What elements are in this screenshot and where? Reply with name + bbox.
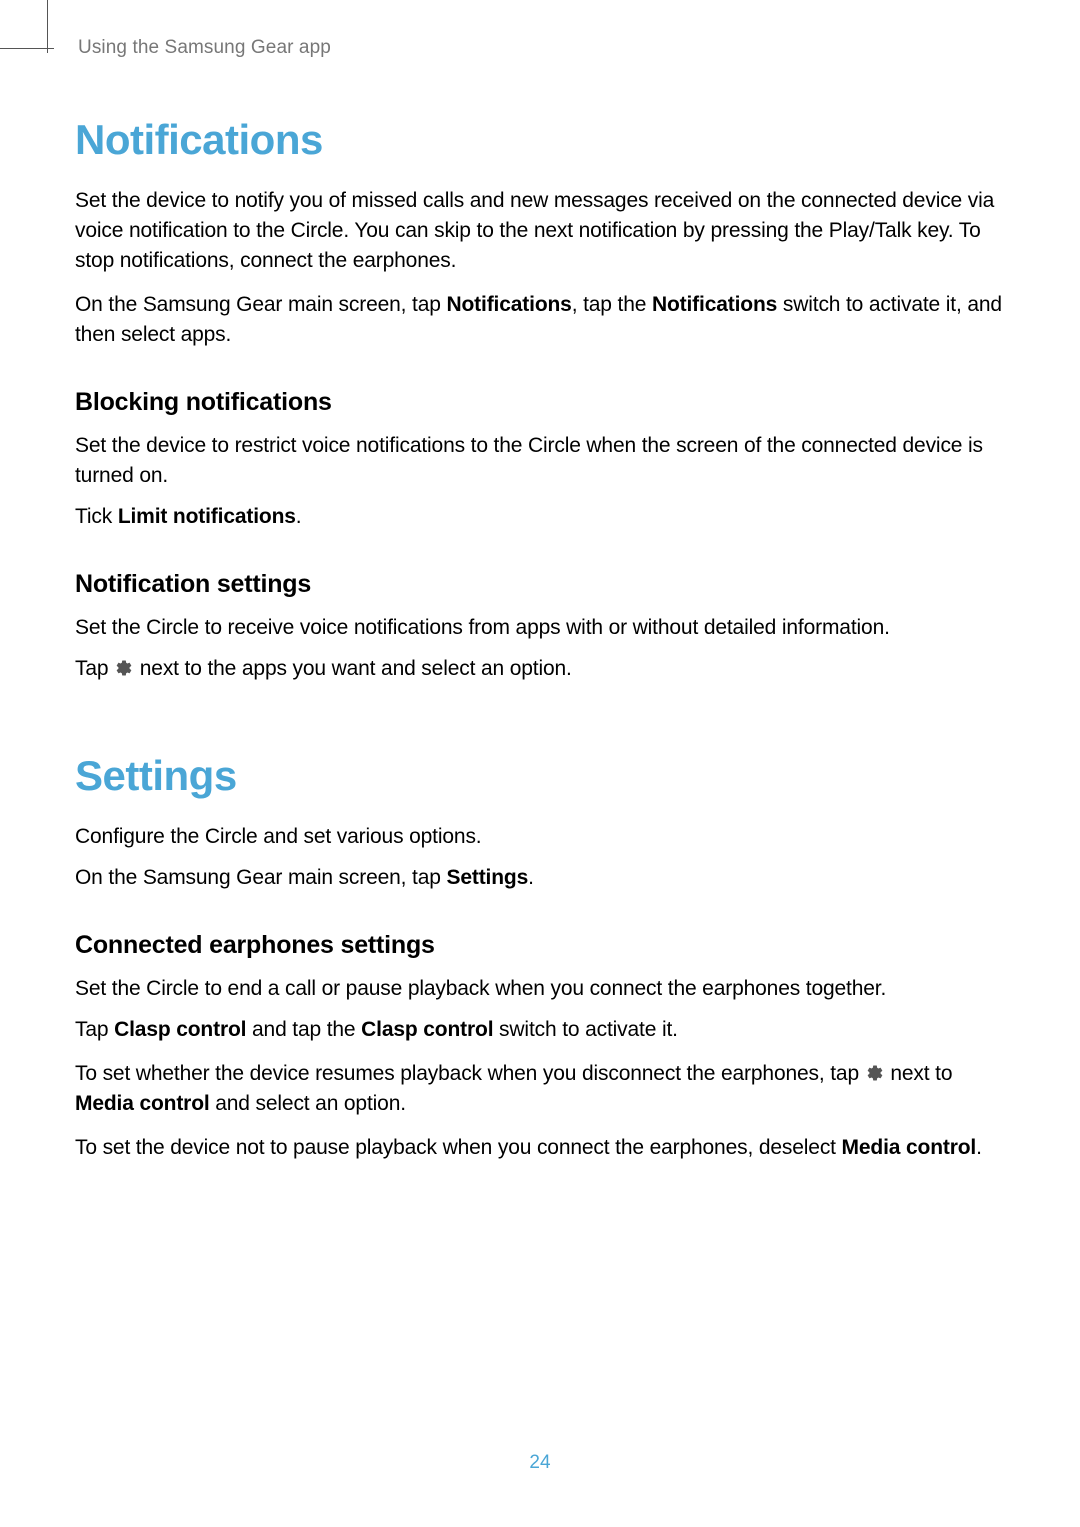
paragraph: To set whether the device resumes playba… [75,1059,1008,1119]
bold-text: Clasp control [361,1018,493,1041]
text: next to [885,1062,953,1085]
page-number: 24 [0,1452,1080,1474]
bold-text: Clasp control [114,1018,246,1041]
text: and tap the [246,1018,361,1041]
paragraph: On the Samsung Gear main screen, tap Not… [75,290,1008,350]
paragraph: To set the device not to pause playback … [75,1133,1008,1163]
bold-text: Media control [842,1136,977,1159]
text: Tap [75,1018,114,1041]
text: Tap [75,657,114,680]
heading-connected-earphones: Connected earphones settings [75,931,1008,960]
crop-mark-vertical [47,0,48,53]
text: . [528,866,534,889]
text: On the Samsung Gear main screen, tap [75,866,446,889]
text: Tick [75,505,118,528]
text: switch to activate it. [493,1018,677,1041]
bold-text: Limit notifications [118,505,296,528]
text: , tap the [572,293,652,316]
paragraph: Tap next to the apps you want and select… [75,654,1008,684]
gear-icon [866,1064,884,1082]
text: On the Samsung Gear main screen, tap [75,293,446,316]
heading-notifications: Notifications [75,116,1008,164]
heading-notification-settings: Notification settings [75,570,1008,599]
paragraph: Configure the Circle and set various opt… [75,822,1008,852]
gear-icon [115,659,133,677]
page: Using the Samsung Gear app Notifications… [0,0,1080,1527]
bold-text: Notifications [652,293,777,316]
running-header: Using the Samsung Gear app [78,37,1008,59]
text: . [296,505,302,528]
bold-text: Notifications [446,293,571,316]
paragraph: Tap Clasp control and tap the Clasp cont… [75,1015,1008,1045]
paragraph: Set the device to notify you of missed c… [75,186,1008,276]
heading-blocking-notifications: Blocking notifications [75,388,1008,417]
paragraph: Set the Circle to end a call or pause pl… [75,974,1008,1004]
paragraph: Set the device to restrict voice notific… [75,431,1008,491]
text: . [976,1136,982,1159]
bold-text: Settings [446,866,528,889]
text: and select an option. [210,1092,406,1115]
crop-mark-horizontal [0,48,54,49]
heading-settings: Settings [75,752,1008,800]
paragraph: Set the Circle to receive voice notifica… [75,613,1008,643]
text: next to the apps you want and select an … [134,657,572,680]
text: To set the device not to pause playback … [75,1136,842,1159]
paragraph: On the Samsung Gear main screen, tap Set… [75,863,1008,893]
bold-text: Media control [75,1092,210,1115]
paragraph: Tick Limit notifications. [75,502,1008,532]
text: To set whether the device resumes playba… [75,1062,865,1085]
